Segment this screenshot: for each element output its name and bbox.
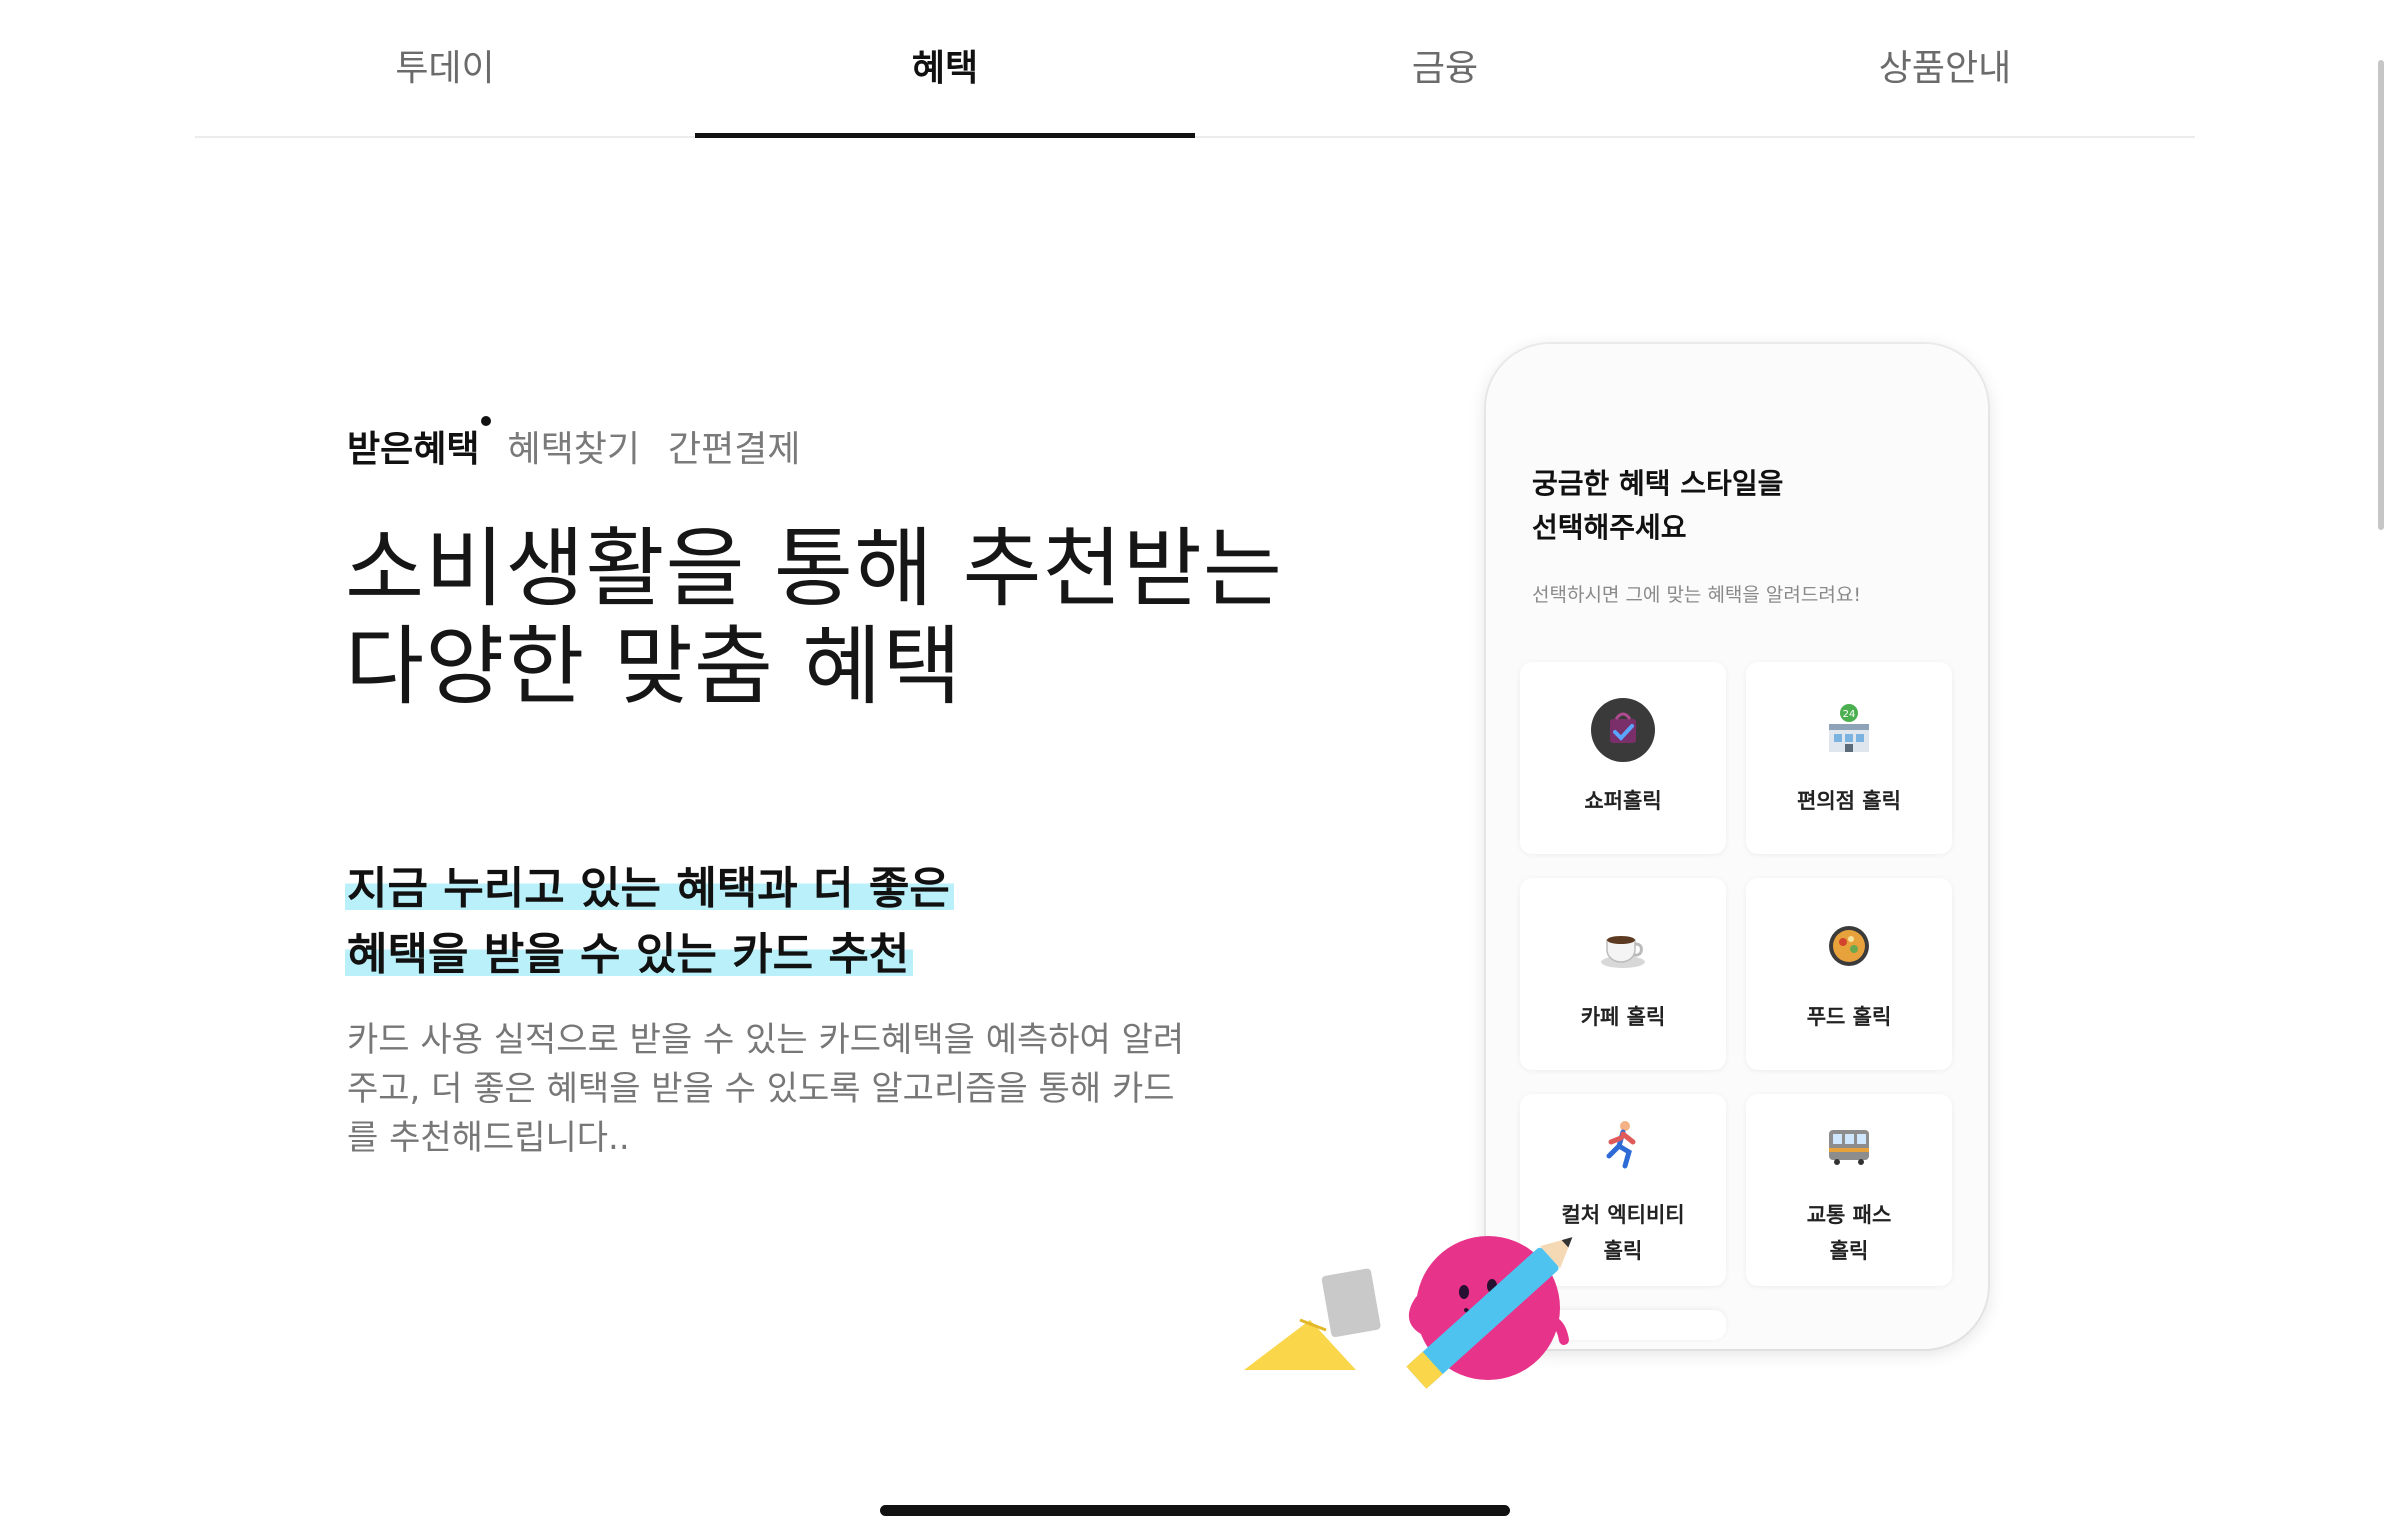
- style-card-convenience-store[interactable]: 24 편의점 홀릭: [1746, 662, 1952, 854]
- tab-finance[interactable]: 금융: [1195, 0, 1695, 136]
- top-tab-bar: 투데이 혜택 금융 상품안내: [195, 0, 2195, 138]
- svg-text:24: 24: [1843, 709, 1856, 720]
- runner-icon: [1590, 1111, 1656, 1177]
- phone-title-line-2: 선택해주세요: [1532, 511, 1687, 544]
- scrollbar[interactable]: [2378, 60, 2384, 530]
- headline-line-1: 소비생활을 통해 추천받는: [345, 519, 1283, 619]
- style-label: 쇼퍼홀릭: [1584, 789, 1662, 813]
- phone-title-line-1: 궁금한 혜택 스타일을: [1532, 467, 1784, 500]
- phone-screen: 궁금한 혜택 스타일을 선택해주세요 선택하시면 그에 맞는 혜택을 알려드려요…: [1486, 344, 1988, 1349]
- convenience-store-icon: 24: [1816, 697, 1882, 763]
- character-illustration: [1244, 1236, 1573, 1389]
- phone-subtitle: 선택하시면 그에 맞는 혜택을 알려드려요!: [1532, 584, 1861, 606]
- benefit-style-grid: 쇼퍼홀릭 24 편의점 홀릭 카페 홀릭 푸드 홀릭 컬처 엑티비티 홀릭 교통…: [1520, 662, 1956, 1340]
- sub-tab-bar: 받은혜택 혜택찾기 간편결제: [347, 416, 800, 472]
- tab-product-info[interactable]: 상품안내: [1695, 0, 2195, 136]
- tab-today[interactable]: 투데이: [195, 0, 695, 136]
- style-card-cafe[interactable]: 카페 홀릭: [1520, 878, 1726, 1070]
- subtab-easy-pay[interactable]: 간편결제: [668, 420, 800, 472]
- style-label: 편의점 홀릭: [1797, 789, 1901, 813]
- paper-icon: [1244, 1268, 1381, 1370]
- phone-title: 궁금한 혜택 스타일을 선택해주세요: [1532, 462, 1783, 550]
- style-label: 카페 홀릭: [1580, 1005, 1666, 1029]
- highlight-line-2: 혜택을 받을 수 있는 카드 추천: [345, 929, 914, 980]
- headline-line-2: 다양한 맞춤 혜택: [345, 617, 963, 717]
- food-pan-icon: [1816, 913, 1882, 979]
- style-label: 교통 패스 홀릭: [1806, 1203, 1892, 1263]
- style-card-food[interactable]: 푸드 홀릭: [1746, 878, 1952, 1070]
- page-headline: 소비생활을 통해 추천받는 다양한 맞춤 혜택: [345, 520, 1283, 716]
- phone-mockup: 궁금한 혜택 스타일을 선택해주세요 선택하시면 그에 맞는 혜택을 알려드려요…: [1486, 344, 1988, 1349]
- tram-icon: [1816, 1111, 1882, 1177]
- subtab-received-benefits[interactable]: 받은혜택: [347, 416, 492, 472]
- new-indicator-dot: [481, 416, 492, 426]
- home-indicator: [880, 1505, 1510, 1516]
- style-label: 푸드 홀릭: [1806, 1005, 1892, 1029]
- subtab-find-benefits[interactable]: 혜택찾기: [507, 420, 639, 472]
- subtab-received-benefits-label: 받은혜택: [347, 429, 480, 470]
- style-card-shopper[interactable]: 쇼퍼홀릭: [1520, 662, 1726, 854]
- highlight-heading: 지금 누리고 있는 혜택과 더 좋은 혜택을 받을 수 있는 카드 추천: [345, 856, 954, 988]
- shopping-bag-icon: [1590, 697, 1656, 763]
- description-text: 카드 사용 실적으로 받을 수 있는 카드혜택을 예측하여 알려주고, 더 좋은…: [347, 1020, 1185, 1158]
- coffee-cup-icon: [1590, 913, 1656, 979]
- highlight-line-1: 지금 누리고 있는 혜택과 더 좋은: [345, 863, 954, 914]
- style-card-transit-pass[interactable]: 교통 패스 홀릭: [1746, 1094, 1952, 1286]
- tab-benefits[interactable]: 혜택: [695, 0, 1195, 138]
